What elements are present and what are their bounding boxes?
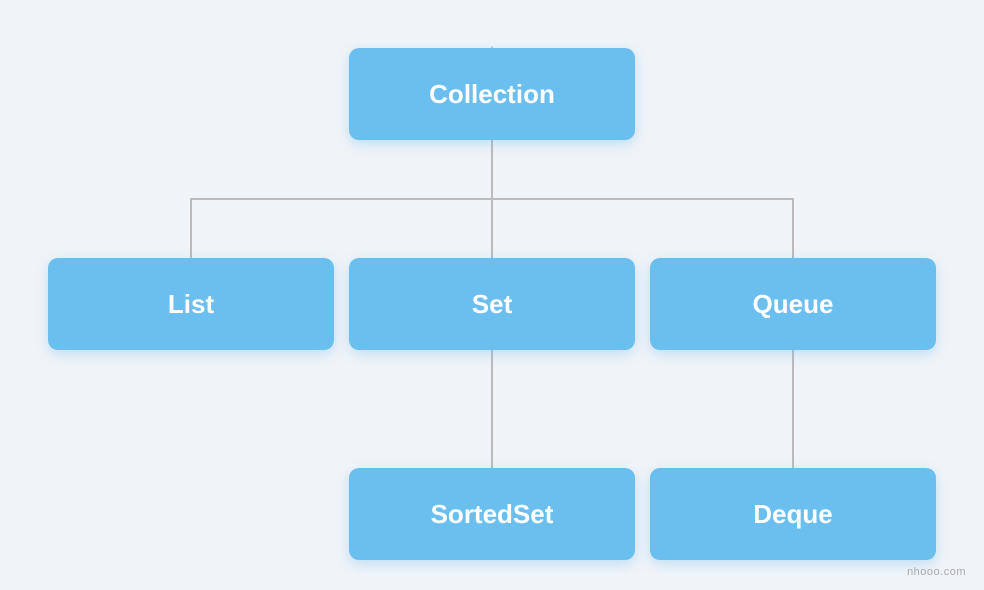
node-list: List <box>48 258 334 350</box>
node-sortedset: SortedSet <box>349 468 635 560</box>
diagram-container: Collection ListSetQueue SortedSetDeque nho… <box>0 0 984 590</box>
node-set: Set <box>349 258 635 350</box>
node-collection: Collection <box>349 48 635 140</box>
node-deque: Deque <box>650 468 936 560</box>
watermark: nhooo.com <box>907 566 966 578</box>
node-queue: Queue <box>650 258 936 350</box>
